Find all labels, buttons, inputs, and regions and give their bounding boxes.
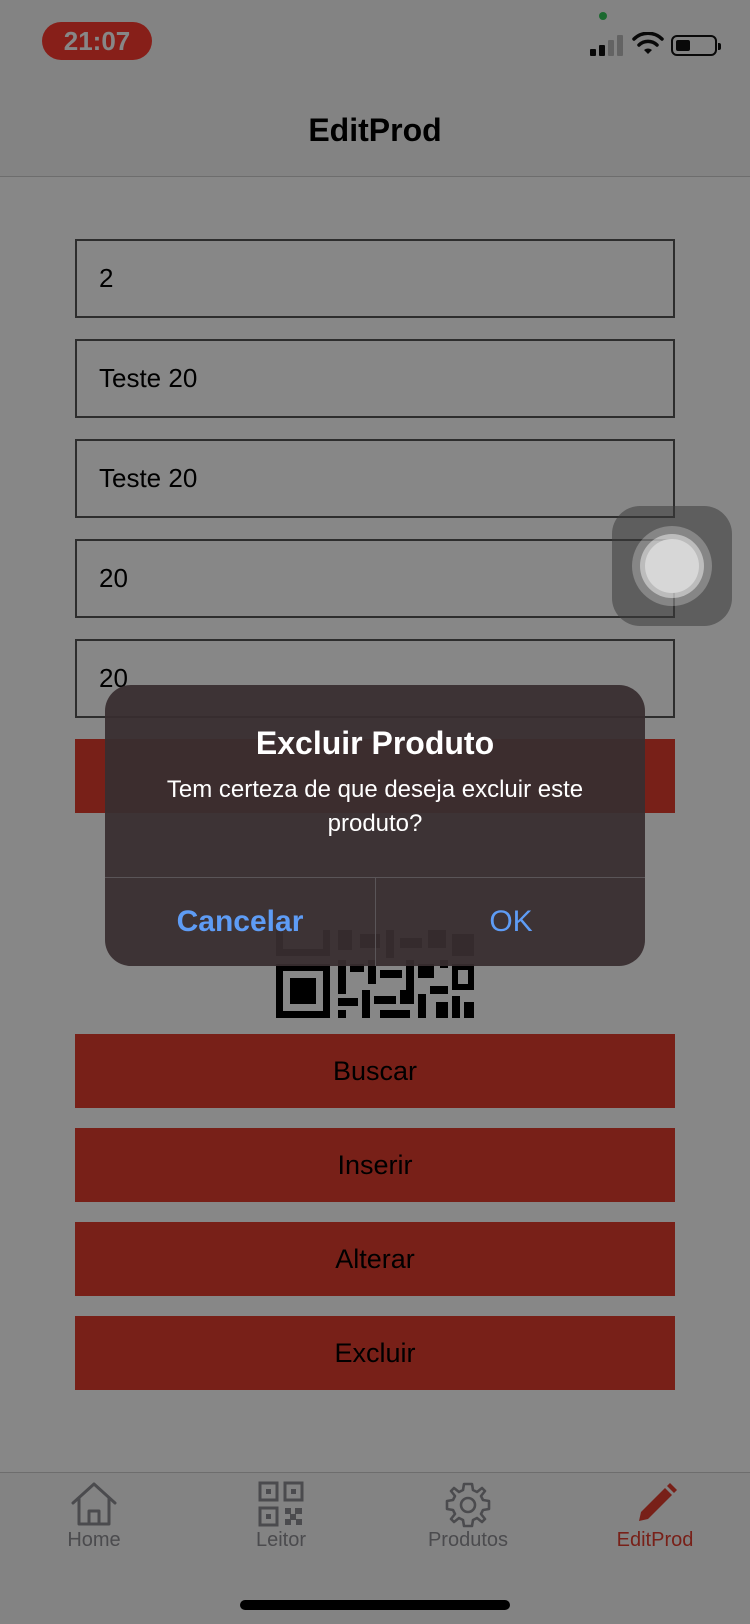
delete-confirm-alert: Excluir Produto Tem certeza de que desej… (105, 685, 645, 966)
app-screen: 21:07 EditProd 2 Teste 20 Teste 20 20 20 (0, 0, 750, 1624)
assistive-touch-button[interactable] (612, 506, 732, 626)
alert-ok-button[interactable]: OK (376, 878, 645, 966)
alert-message: Tem certeza de que deseja excluir este p… (166, 776, 584, 837)
alert-cancel-button[interactable]: Cancelar (105, 878, 375, 966)
alert-title: Excluir Produto (255, 725, 495, 761)
